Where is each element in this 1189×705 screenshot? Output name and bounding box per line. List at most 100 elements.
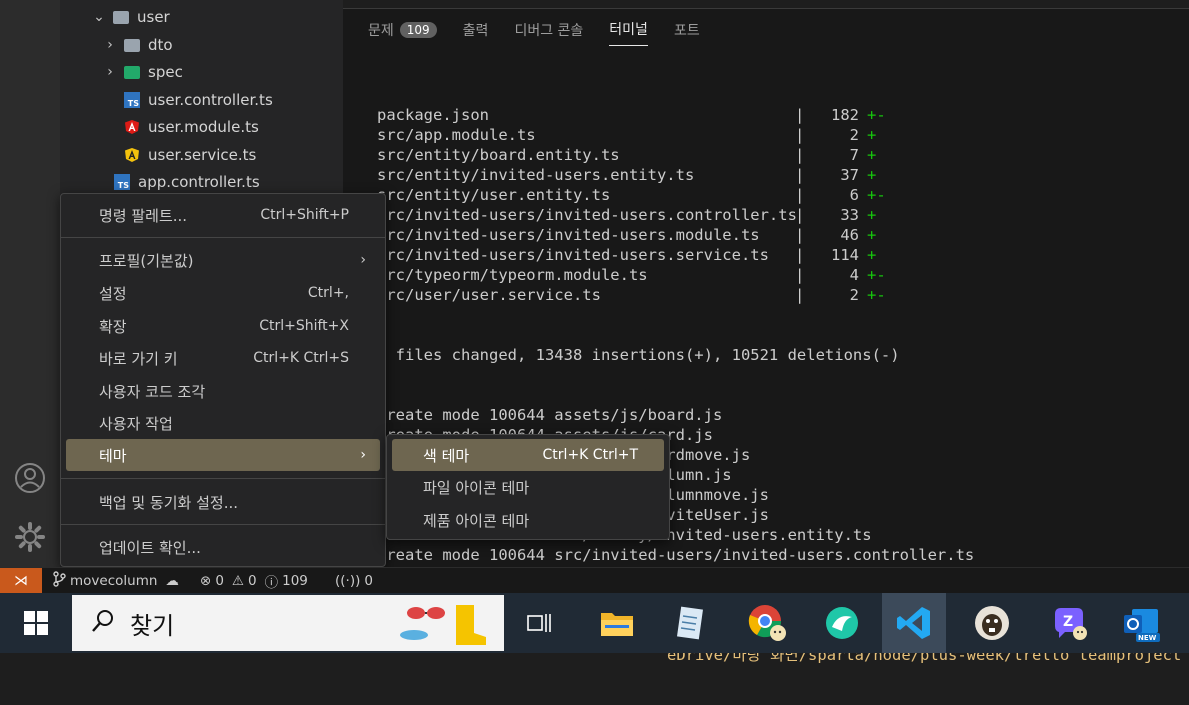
theme-submenu: 색 테마 Ctrl+K Ctrl+T 파일 아이콘 테마 제품 아이콘 테마 <box>386 434 670 540</box>
stat-file-path: src/app.module.ts <box>377 126 536 144</box>
stat-change-count: 46 <box>840 226 859 244</box>
problems-indicator[interactable]: ⊗ 0 ⚠ 0 ⓘ 109 <box>200 568 308 594</box>
stat-graph: + <box>867 226 877 244</box>
menu-separator <box>61 237 385 238</box>
stat-separator: | <box>795 126 805 144</box>
info-icon: ⓘ <box>264 575 279 591</box>
task-view-icon <box>527 614 551 632</box>
ports-indicator[interactable]: ((·)) 0 <box>335 568 373 594</box>
taskbar-vscode[interactable] <box>882 593 946 653</box>
tree-item-spec-folder[interactable]: › spec <box>102 58 183 85</box>
stat-file-path: src/entity/user.entity.ts <box>377 186 611 204</box>
menu-item-extensions[interactable]: 확장 Ctrl+Shift+X <box>66 310 380 342</box>
stat-separator: | <box>795 106 805 124</box>
taskbar-file-explorer[interactable] <box>585 593 649 653</box>
menu-item-settings[interactable]: 설정 Ctrl+, <box>66 277 380 309</box>
terminal-stat-line: src/entity/user.entity.ts | 6 +- <box>377 185 1181 205</box>
menu-item-user-tasks[interactable]: 사용자 작업 <box>66 407 380 439</box>
windows-taskbar: 찾기 Z NEW <box>0 593 1189 653</box>
tab-problems[interactable]: 문제 109 <box>368 19 437 46</box>
stat-separator: | <box>795 166 805 184</box>
terminal-stat-line: src/entity/invited-users.entity.ts | 37 + <box>377 165 1181 185</box>
stat-file-path: src/invited-users/invited-users.module.t… <box>377 226 760 244</box>
stat-separator: | <box>795 286 805 304</box>
svg-text:Z: Z <box>1063 614 1073 630</box>
terminal-stat-line: src/invited-users/invited-users.controll… <box>377 205 1181 225</box>
taskbar-app-teams[interactable]: Z <box>1038 593 1102 653</box>
taskbar-outlook[interactable]: NEW <box>1110 593 1174 653</box>
terminal-stat-line: src/invited-users/invited-users.service.… <box>377 245 1181 265</box>
tree-item-user-module[interactable]: user.module.ts <box>124 113 259 140</box>
search-label: 찾기 <box>130 611 175 640</box>
stat-change-count: 2 <box>849 126 859 144</box>
stat-change-count: 182 <box>831 106 859 124</box>
terminal-stat-line: src/entity/board.entity.ts | 7 + <box>377 145 1181 165</box>
chevron-down-icon: ⌄ <box>93 8 105 25</box>
svg-text:NEW: NEW <box>1138 634 1157 642</box>
menu-item-backup-sync[interactable]: 백업 및 동기화 설정... <box>66 486 380 518</box>
stat-change-count: 7 <box>849 146 859 164</box>
menu-item-profile[interactable]: 프로필(기본값) › <box>66 244 380 276</box>
tree-item-app-controller[interactable]: TS app.controller.ts <box>114 168 260 195</box>
taskbar-dbeaver[interactable] <box>960 593 1024 653</box>
stat-file-path: src/invited-users/invited-users.controll… <box>377 206 797 224</box>
start-button[interactable] <box>0 593 72 653</box>
menu-item-keyboard-shortcuts[interactable]: 바로 가기 키 Ctrl+K Ctrl+S <box>66 342 380 374</box>
typescript-file-icon: TS <box>114 173 130 190</box>
menu-item-user-snippets[interactable]: 사용자 코드 조각 <box>66 375 380 407</box>
stat-graph: + <box>867 126 877 144</box>
gear-icon[interactable] <box>13 520 47 554</box>
menu-item-command-palette[interactable]: 명령 팔레트... Ctrl+Shift+P <box>66 199 380 231</box>
menu-item-check-updates[interactable]: 업데이트 확인... <box>66 531 380 563</box>
panel-tabs: 문제 109 출력 디버그 콘솔 터미널 포트 <box>368 19 700 46</box>
terminal-stat-line: src/app.module.ts | 2 + <box>377 125 1181 145</box>
branch-indicator[interactable]: movecolumn ☁ <box>52 568 179 594</box>
chevron-right-icon: › <box>360 252 366 268</box>
stat-separator: | <box>795 246 805 264</box>
status-bar: ⋊ movecolumn ☁ ⊗ 0 ⚠ 0 ⓘ 109 ((·)) 0 <box>0 567 1189 594</box>
menu-item-file-icon-theme[interactable]: 파일 아이콘 테마 <box>392 471 664 503</box>
problems-count-badge: 109 <box>399 21 437 38</box>
menu-item-color-theme[interactable]: 색 테마 Ctrl+K Ctrl+T <box>392 439 664 471</box>
tab-debug-console[interactable]: 디버그 콘솔 <box>514 19 583 46</box>
warning-icon: ⚠ <box>231 573 245 589</box>
folder-open-icon <box>113 11 129 24</box>
stat-file-path: src/entity/board.entity.ts <box>377 146 620 164</box>
task-view-button[interactable] <box>507 593 571 653</box>
activity-bar <box>0 0 60 567</box>
stat-change-count: 114 <box>831 246 859 264</box>
tab-output[interactable]: 출력 <box>463 19 489 46</box>
menu-separator <box>61 524 385 525</box>
tab-terminal[interactable]: 터미널 <box>609 19 648 46</box>
tree-item-user-controller[interactable]: TS user.controller.ts <box>124 86 273 113</box>
chat-app-icon: Z <box>1055 608 1087 640</box>
chevron-right-icon: › <box>360 447 366 463</box>
editor-area[interactable] <box>343 0 1189 8</box>
typescript-file-icon: TS <box>124 91 140 108</box>
tree-item-dto-folder[interactable]: › dto <box>102 31 172 58</box>
stat-file-path: src/entity/invited-users.entity.ts <box>377 166 695 184</box>
vscode-icon <box>897 607 930 639</box>
accounts-icon[interactable] <box>13 461 47 495</box>
stat-file-path: package.json <box>377 106 489 124</box>
tree-item-user-service[interactable]: user.service.ts <box>124 141 256 168</box>
taskbar-notepad[interactable] <box>659 593 723 653</box>
taskbar-search-box[interactable]: 찾기 <box>72 595 504 651</box>
stat-graph: + <box>867 206 877 224</box>
menu-item-product-icon-theme[interactable]: 제품 아이콘 테마 <box>392 504 664 536</box>
whale-browser-icon <box>826 607 858 639</box>
remote-indicator-button[interactable]: ⋊ <box>0 568 42 594</box>
tree-item-user-folder[interactable]: ⌄ user <box>91 3 170 30</box>
menu-item-themes[interactable]: 테마 › <box>66 439 380 471</box>
stat-graph: + <box>867 166 877 184</box>
terminal-stat-line: package.json | 182 +- <box>377 105 1181 125</box>
stat-graph: +- <box>867 286 886 304</box>
stat-separator: | <box>795 266 805 284</box>
chevron-right-icon: › <box>107 63 113 80</box>
spec-folder-icon <box>124 66 140 79</box>
remote-icon: ⋊ <box>14 573 28 589</box>
tab-ports[interactable]: 포트 <box>674 19 700 46</box>
stat-graph: + <box>867 246 877 264</box>
taskbar-chrome[interactable] <box>735 593 799 653</box>
taskbar-whale-browser[interactable] <box>810 593 874 653</box>
